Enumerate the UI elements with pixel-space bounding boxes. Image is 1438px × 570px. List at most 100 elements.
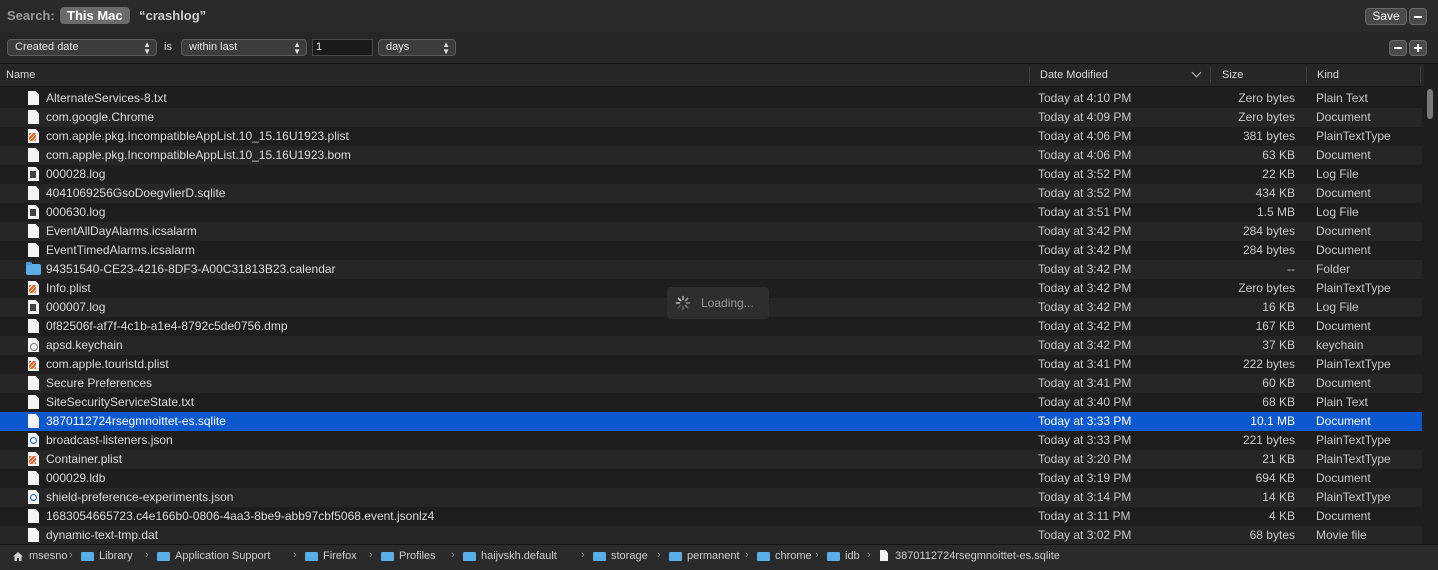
folder-icon xyxy=(827,552,840,561)
path-separator-icon: › xyxy=(69,549,73,561)
table-row[interactable]: apsd.keychain Today at 3:42 PM 37 KB keycha… xyxy=(0,336,1422,355)
table-row[interactable]: 000029.ldb Today at 3:19 PM 694 KB Document xyxy=(0,469,1422,488)
table-row[interactable]: 000630.log Today at 3:51 PM 1.5 MB Log File xyxy=(0,203,1422,222)
path-separator-icon: › xyxy=(745,549,749,561)
date-modified: Today at 3:19 PM xyxy=(1038,471,1132,485)
table-row[interactable]: Container.plist Today at 3:20 PM 21 KB Plai… xyxy=(0,450,1422,469)
table-row[interactable]: EventAllDayAlarms.icsalarm Today at 3:42 … xyxy=(0,222,1422,241)
unit-popup-value: days xyxy=(386,41,410,53)
path-item[interactable]: permanent xyxy=(687,550,740,562)
remove-criteria-button[interactable] xyxy=(1389,40,1407,56)
date-modified: Today at 3:52 PM xyxy=(1038,186,1132,200)
path-item[interactable]: Profiles xyxy=(399,550,436,562)
add-criteria-button[interactable] xyxy=(1409,40,1427,56)
column-header-size[interactable]: Size xyxy=(1222,64,1243,86)
table-row[interactable]: dynamic-text-tmp.dat Today at 3:02 PM 68 b… xyxy=(0,526,1422,544)
table-row[interactable]: 94351540-CE23-4216-8DF3-A00C31813B23.cal… xyxy=(0,260,1422,279)
path-item[interactable]: Library xyxy=(99,550,133,562)
file-size: 222 bytes xyxy=(1242,357,1295,371)
file-name: AlternateServices-8.txt xyxy=(46,91,167,105)
table-row[interactable]: 0f82506f-af7f-4c1b-a1e4-8792c5de0756.dmp… xyxy=(0,317,1422,336)
scope-this-mac-button[interactable]: This Mac xyxy=(60,7,130,24)
column-divider[interactable] xyxy=(1210,67,1211,83)
path-item[interactable]: chrome xyxy=(775,550,812,562)
date-modified: Today at 3:42 PM xyxy=(1038,319,1132,333)
file-size: 10.1 MB xyxy=(1250,414,1295,428)
save-search-button[interactable]: Save xyxy=(1365,8,1407,25)
file-kind: PlainTextType xyxy=(1316,129,1391,143)
log-file-icon xyxy=(28,205,39,219)
folder-icon xyxy=(26,262,41,275)
date-modified: Today at 3:33 PM xyxy=(1038,414,1132,428)
path-item[interactable]: 3870112724rsegmnoittet-es.sqlite xyxy=(895,550,1060,562)
vertical-scrollbar[interactable] xyxy=(1423,86,1438,544)
file-kind: Movie file xyxy=(1316,528,1367,542)
table-row[interactable]: com.apple.pkg.IncompatibleAppList.10_15.… xyxy=(0,146,1422,165)
file-name: broadcast-listeners.json xyxy=(46,433,173,447)
table-row[interactable]: 1683054665723.c4e166b0-0806-4aa3-8be9-ab… xyxy=(0,507,1422,526)
file-kind: Document xyxy=(1316,148,1371,162)
condition-popup[interactable]: within last ▲ ▼ xyxy=(181,39,307,56)
popup-arrows-icon: ▲ ▼ xyxy=(442,40,450,56)
path-item[interactable]: idb xyxy=(845,550,860,562)
unit-popup[interactable]: days ▲ ▼ xyxy=(378,39,456,56)
table-row[interactable]: Secure Preferences Today at 3:41 PM 60 KB D… xyxy=(0,374,1422,393)
table-row[interactable]: com.google.Chrome Today at 4:09 PM Zero by… xyxy=(0,108,1422,127)
plist-file-icon xyxy=(28,281,39,295)
date-modified: Today at 3:42 PM xyxy=(1038,300,1132,314)
date-modified: Today at 4:06 PM xyxy=(1038,148,1132,162)
table-row[interactable]: 4041069256GsoDoegvlierD.sqlite Today at 3… xyxy=(0,184,1422,203)
date-modified: Today at 3:42 PM xyxy=(1038,224,1132,238)
file-name: shield-preference-experiments.json xyxy=(46,490,234,504)
scope-query-label[interactable]: “crashlog” xyxy=(139,8,206,23)
popup-arrows-icon: ▲ ▼ xyxy=(143,40,151,56)
folder-icon xyxy=(463,552,476,561)
file-kind: Log File xyxy=(1316,300,1359,314)
spinner-icon xyxy=(675,295,691,311)
file-name: 000028.log xyxy=(46,167,106,181)
amount-field[interactable]: 1 xyxy=(312,39,373,56)
column-divider[interactable] xyxy=(1420,67,1421,83)
close-search-button[interactable] xyxy=(1409,8,1427,25)
popup-arrows-icon: ▲ ▼ xyxy=(293,40,301,56)
path-item[interactable]: Application Support xyxy=(175,550,270,562)
file-name: apsd.keychain xyxy=(46,338,123,352)
column-header-name[interactable]: Name xyxy=(6,64,35,86)
folder-icon xyxy=(81,552,94,561)
table-row[interactable]: shield-preference-experiments.json Today … xyxy=(0,488,1422,507)
path-separator-icon: › xyxy=(815,549,819,561)
file-name: 000029.ldb xyxy=(46,471,106,485)
table-row[interactable]: SiteSecurityServiceState.txt Today at 3:4… xyxy=(0,393,1422,412)
loading-indicator: Loading... xyxy=(667,287,769,319)
table-row[interactable]: com.apple.pkg.IncompatibleAppList.10_15.… xyxy=(0,127,1422,146)
table-row[interactable]: com.apple.touristd.plist Today at 3:41 PM… xyxy=(0,355,1422,374)
search-label: Search: xyxy=(7,8,55,23)
date-modified: Today at 3:14 PM xyxy=(1038,490,1132,504)
minus-icon xyxy=(1414,16,1422,18)
file-size: 284 bytes xyxy=(1242,224,1295,238)
column-divider[interactable] xyxy=(1029,67,1030,83)
table-row[interactable]: 3870112724rsegmnoittet-es.sqlite Today at… xyxy=(0,412,1422,431)
column-header-kind[interactable]: Kind xyxy=(1317,64,1339,86)
attribute-popup[interactable]: Created date ▲ ▼ xyxy=(7,39,157,56)
scrollbar-thumb[interactable] xyxy=(1427,89,1433,119)
path-item[interactable]: storage xyxy=(611,550,648,562)
doc-file-icon xyxy=(28,148,39,162)
search-criteria-row: Created date ▲ ▼ is within last ▲ ▼ 1 days… xyxy=(0,32,1438,64)
column-header-date-modified[interactable]: Date Modified xyxy=(1040,64,1108,86)
doc-file-icon xyxy=(28,243,39,257)
path-item[interactable]: Firefox xyxy=(323,550,357,562)
log-file-icon xyxy=(28,167,39,181)
table-row[interactable]: EventTimedAlarms.icsalarm Today at 3:42 P… xyxy=(0,241,1422,260)
column-divider[interactable] xyxy=(1306,67,1307,83)
path-item[interactable]: haijvskh.default xyxy=(481,550,557,562)
path-item[interactable]: msesno xyxy=(29,550,68,562)
file-kind: Document xyxy=(1316,110,1371,124)
table-row[interactable]: broadcast-listeners.json Today at 3:33 PM… xyxy=(0,431,1422,450)
path-separator-icon: › xyxy=(581,549,585,561)
file-kind: Document xyxy=(1316,414,1371,428)
file-kind: Document xyxy=(1316,186,1371,200)
table-row[interactable]: 000028.log Today at 3:52 PM 22 KB Log File xyxy=(0,165,1422,184)
table-row[interactable]: AlternateServices-8.txt Today at 4:10 PM Z… xyxy=(0,89,1422,108)
date-modified: Today at 3:42 PM xyxy=(1038,281,1132,295)
